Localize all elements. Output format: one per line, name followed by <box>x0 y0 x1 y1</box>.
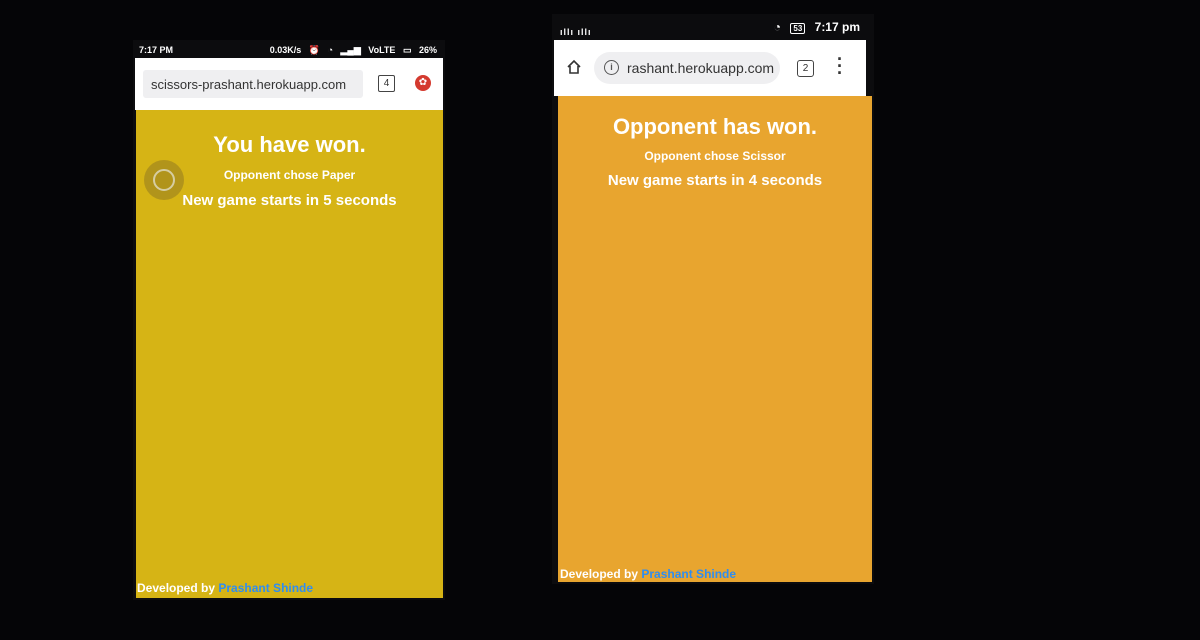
network-type: VoLTE <box>368 45 396 55</box>
address-url[interactable]: scissors-prashant.herokuapp.com <box>151 77 346 92</box>
opponent-choice-text: Opponent chose Paper <box>223 168 356 182</box>
battery-percent: 26% <box>418 45 437 55</box>
battery-icon: 53 <box>790 23 806 34</box>
countdown-text: New game starts in 4 seconds <box>607 172 823 189</box>
address-bar[interactable]: scissors-prashant.herokuapp.com <box>143 70 363 98</box>
alarm-icon: ⏰ <box>308 45 321 55</box>
tab-switcher-icon[interactable]: 4 <box>378 75 395 92</box>
status-indicators: 0.03K/s ⏰ ◔ ▂▄▆ VoLTE ▭ 26% <box>265 45 437 56</box>
net-speed: 0.03K/s <box>269 45 302 55</box>
address-url[interactable]: rashant.herokuapp.com <box>627 60 774 76</box>
signal-icon: ıllı ıllı <box>560 27 592 37</box>
battery-icon: ▭ <box>402 45 412 55</box>
wifi-icon: ◔ <box>773 20 782 34</box>
right-phone-screen: ıllı ıllı ◔ 53 7:17 pm i rashant.herokua… <box>552 14 874 584</box>
game-page: Opponent has won. Opponent chose Scissor… <box>558 96 872 582</box>
browser-toolbar: scissors-prashant.herokuapp.com 4 ✿ <box>135 58 443 110</box>
tab-switcher-icon[interactable]: 2 <box>797 60 814 77</box>
info-icon[interactable]: i <box>604 60 619 75</box>
author-link[interactable]: Prashant Shinde <box>218 581 313 595</box>
extension-icon[interactable]: ✿ <box>415 75 431 91</box>
address-bar[interactable]: i rashant.herokuapp.com <box>594 52 780 84</box>
opponent-choice-text: Opponent chose Scissor <box>644 149 786 163</box>
footer-prefix: Developed by <box>560 567 639 581</box>
result-heading: Opponent has won. <box>612 114 818 139</box>
countdown-text: New game starts in 5 seconds <box>182 192 397 209</box>
author-link[interactable]: Prashant Shinde <box>641 567 736 581</box>
left-phone-screen: 7:17 PM 0.03K/s ⏰ ◔ ▂▄▆ VoLTE ▭ 26% scis… <box>133 40 445 600</box>
wifi-icon: ◔ <box>327 45 333 55</box>
game-page: You have won. Opponent chose Paper New g… <box>136 110 443 598</box>
status-bar: 7:17 PM 0.03K/s ⏰ ◔ ▂▄▆ VoLTE ▭ 26% <box>133 40 445 58</box>
browser-toolbar: i rashant.herokuapp.com 2 · · · <box>554 40 866 96</box>
signal-icon: ▂▄▆ <box>340 45 361 55</box>
status-time: 7:17 pm <box>814 20 860 34</box>
footer-prefix: Developed by <box>137 581 216 595</box>
footer: Developed by Prashant Shinde <box>560 567 736 581</box>
menu-icon[interactable]: · · · <box>836 50 844 82</box>
status-bar: ıllı ıllı ◔ 53 7:17 pm <box>552 14 874 40</box>
status-indicators: ◔ 53 7:17 pm <box>768 20 860 34</box>
status-time: 7:17 PM <box>139 45 174 55</box>
result-heading: You have won. <box>213 132 366 157</box>
home-icon[interactable] <box>566 59 582 75</box>
footer: Developed by Prashant Shinde <box>137 581 313 595</box>
